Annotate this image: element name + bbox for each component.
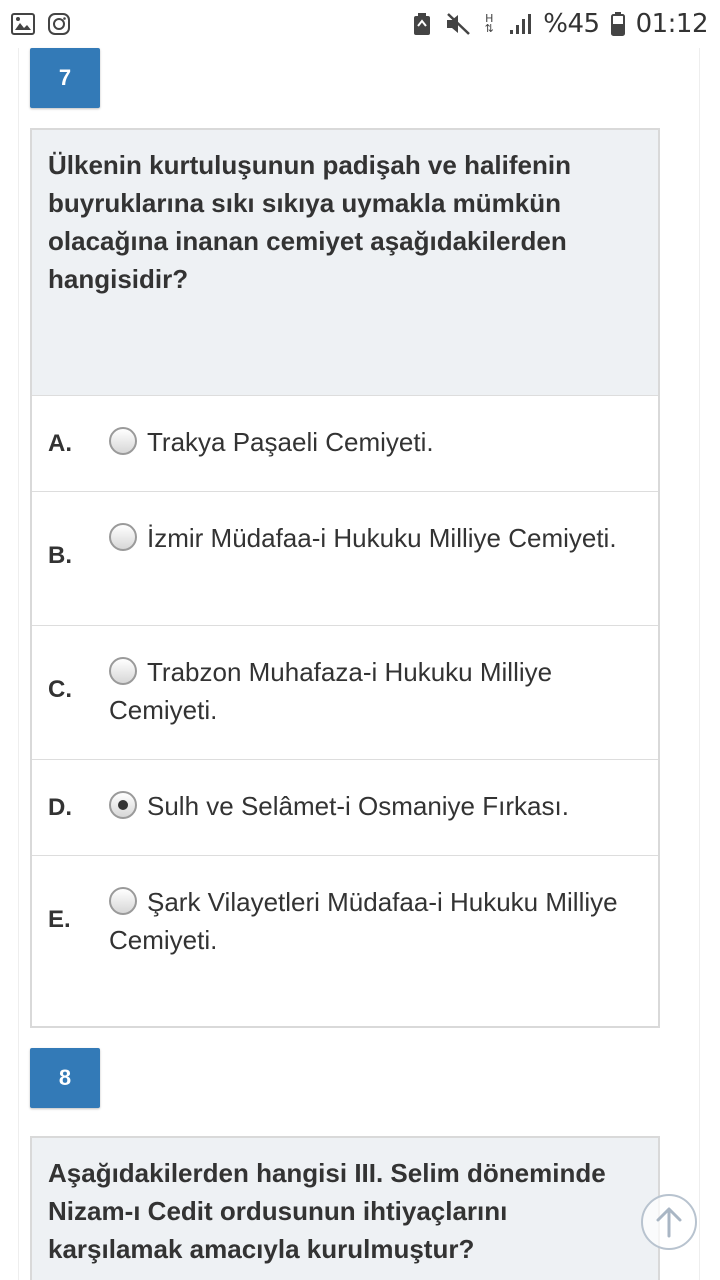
status-bar: H ⇅ %45 01:12 [0,0,720,48]
instagram-icon [46,11,72,37]
scroll-to-top-button[interactable] [641,1194,697,1250]
option-letter: E. [48,906,71,933]
option-body: Trakya Paşaeli Cemiyeti. [109,423,638,461]
radio-button[interactable] [109,887,137,915]
option-d[interactable]: D. Sulh ve Selâmet-i Osmaniye Fırkası. [32,759,658,855]
option-body: Trabzon Muhafaza-i Hukuku Milliye Cemiye… [109,653,638,729]
option-e[interactable]: E. Şark Vilayetleri Müdafaa-i Hukuku Mil… [32,855,658,1027]
signal-icon [507,11,533,37]
option-body: Sulh ve Selâmet-i Osmaniye Fırkası. [109,787,638,825]
option-text: İzmir Müdafaa-i Hukuku Milliye Cemiyeti. [147,523,617,553]
battery-saver-icon [409,11,435,37]
option-letter: D. [48,794,72,821]
question-prompt: Aşağıdakilerden hangisi III. Selim dönem… [32,1138,658,1280]
question-prompt: Ülkenin kurtuluşunun padişah ve halifeni… [32,130,658,395]
question-number-badge: 7 [30,48,100,108]
option-body: Şark Vilayetleri Müdafaa-i Hukuku Milliy… [109,883,638,959]
gallery-icon [10,11,36,37]
question-number-badge: 8 [30,1048,100,1108]
option-c[interactable]: C. Trabzon Muhafaza-i Hukuku Milliye Cem… [32,625,658,759]
option-letter: C. [48,676,72,703]
option-letter: B. [48,542,72,569]
question-card: Aşağıdakilerden hangisi III. Selim dönem… [30,1136,660,1280]
clock: 01:12 [635,9,709,39]
option-body: İzmir Müdafaa-i Hukuku Milliye Cemiyeti. [109,519,638,557]
radio-button[interactable] [109,523,137,551]
radio-button[interactable] [109,657,137,685]
mute-icon [445,11,471,37]
option-text: Sulh ve Selâmet-i Osmaniye Fırkası. [147,791,569,821]
battery-icon [610,11,626,37]
option-letter: A. [48,430,72,457]
option-a[interactable]: A. Trakya Paşaeli Cemiyeti. [32,395,658,491]
battery-percent: %45 [543,9,600,39]
question-card: Ülkenin kurtuluşunun padişah ve halifeni… [30,128,660,1028]
option-text: Trakya Paşaeli Cemiyeti. [147,427,434,457]
radio-button[interactable] [109,427,137,455]
option-text: Trabzon Muhafaza-i Hukuku Milliye Cemiye… [109,657,553,725]
arrow-up-icon [656,1207,682,1238]
option-b[interactable]: B. İzmir Müdafaa-i Hukuku Milliye Cemiye… [32,491,658,625]
network-h-icon: H ⇅ [484,12,494,35]
option-text: Şark Vilayetleri Müdafaa-i Hukuku Milliy… [109,887,618,955]
radio-button-selected[interactable] [109,791,137,819]
